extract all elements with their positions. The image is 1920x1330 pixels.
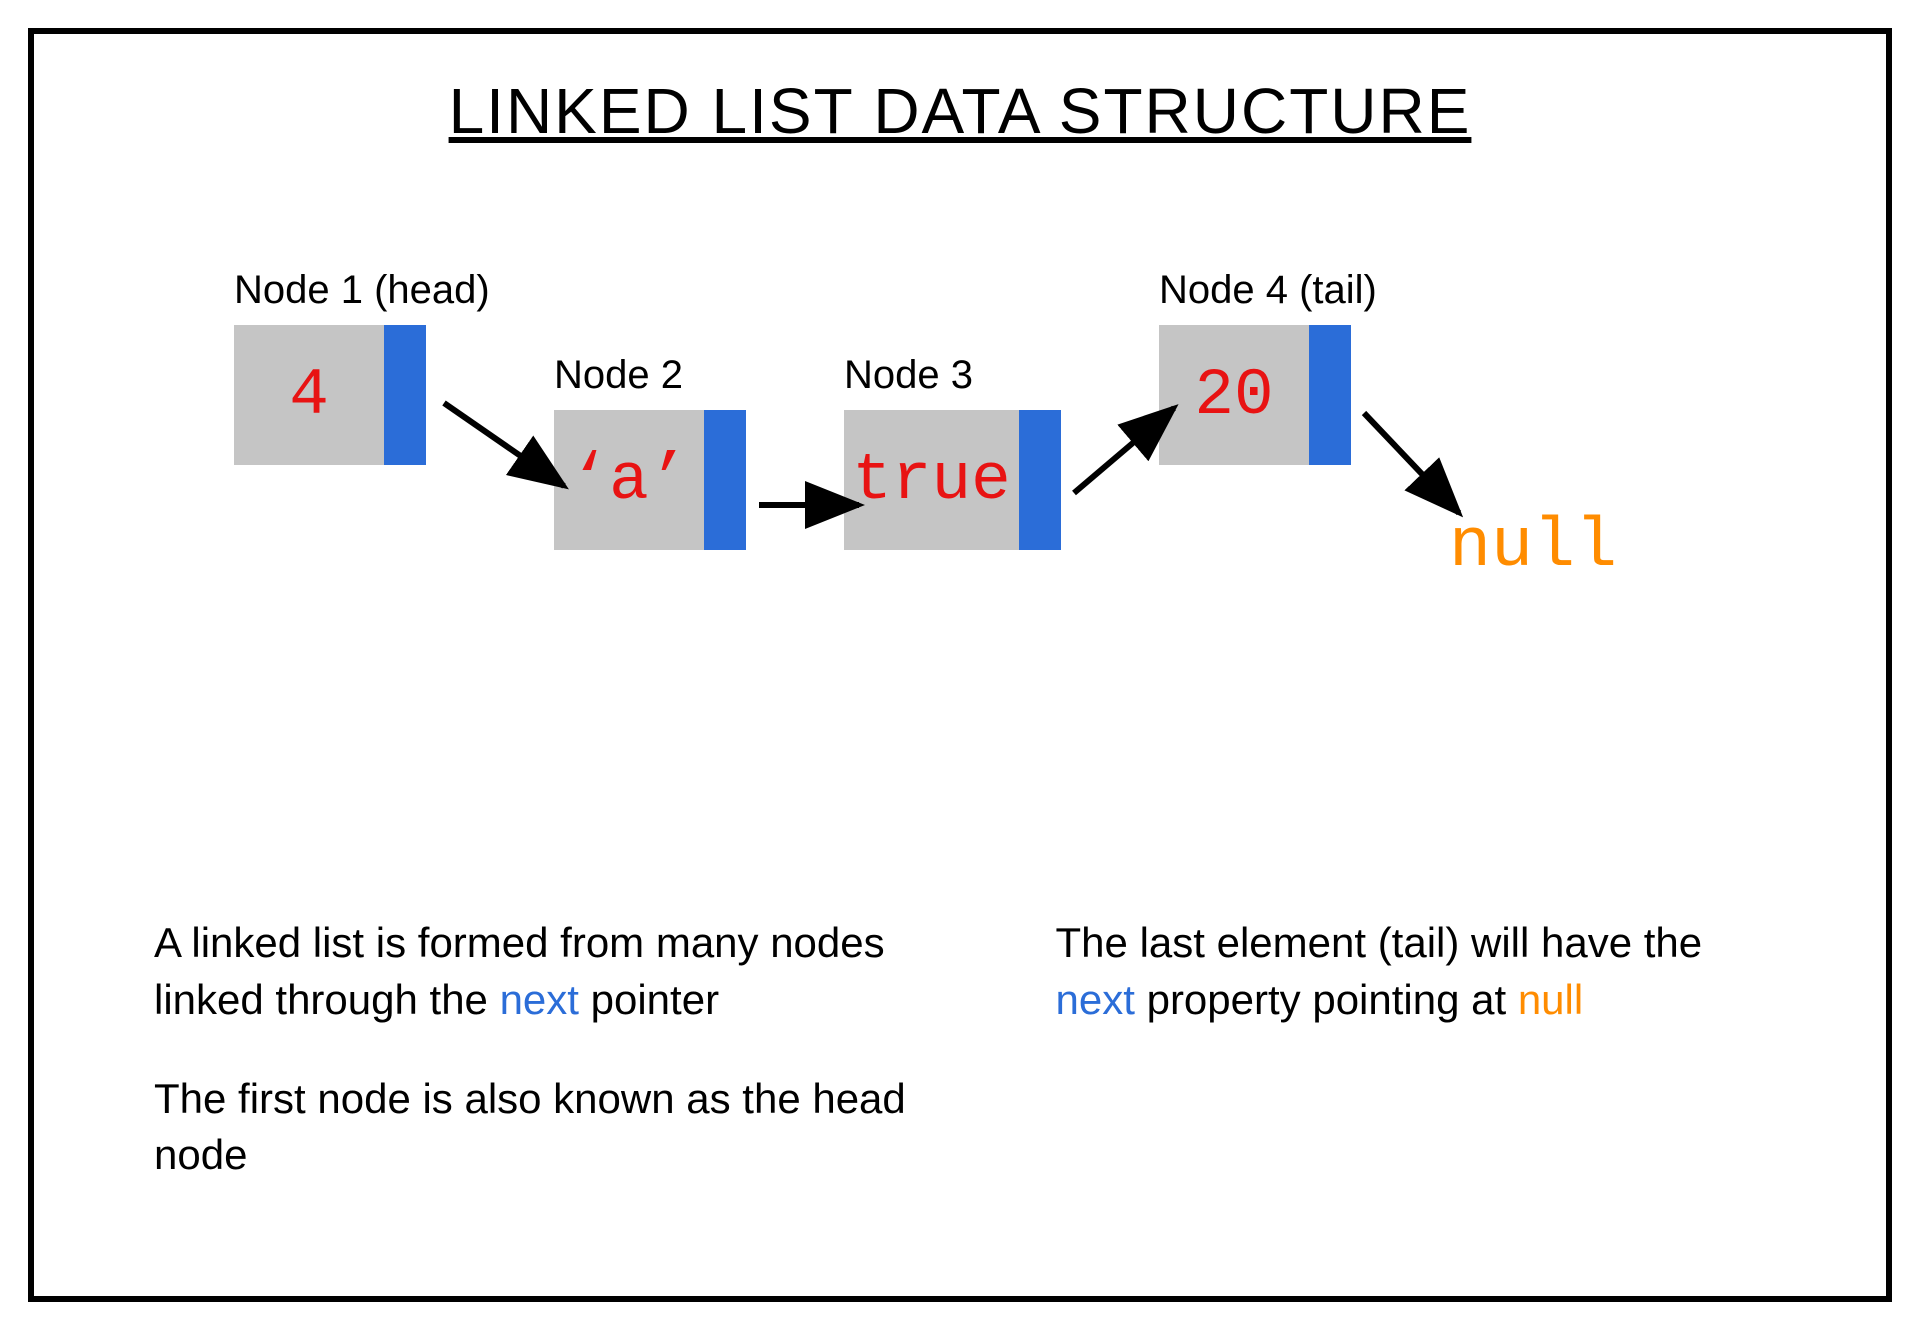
node-2-label: Node 2	[554, 353, 746, 398]
node-1-label: Node 1 (head)	[234, 268, 490, 313]
description-right: The last element (tail) will have the ne…	[1056, 915, 1766, 1226]
keyword-next: next	[1056, 976, 1135, 1023]
node-2-box: ‘a’	[554, 410, 746, 550]
node-4-pointer	[1309, 325, 1351, 465]
node-3-pointer	[1019, 410, 1061, 550]
node-2: Node 2 ‘a’	[554, 353, 746, 550]
page-title: LINKED LIST DATA STRUCTURE	[64, 74, 1856, 148]
node-2-data: ‘a’	[554, 410, 704, 550]
desc-text: The last element (tail) will have the	[1056, 919, 1703, 966]
node-3-label: Node 3	[844, 353, 1061, 398]
node-1: Node 1 (head) 4	[234, 268, 490, 465]
description-left: A linked list is formed from many nodes …	[154, 915, 936, 1226]
desc-left-p1: A linked list is formed from many nodes …	[154, 915, 936, 1028]
linked-list-diagram: Node 1 (head) 4 Node 2 ‘a’ Node 3 true N…	[64, 268, 1856, 718]
node-4: Node 4 (tail) 20	[1159, 268, 1377, 465]
desc-text: property pointing at	[1135, 976, 1518, 1023]
desc-text: pointer	[579, 976, 719, 1023]
node-4-box: 20	[1159, 325, 1377, 465]
node-1-box: 4	[234, 325, 490, 465]
keyword-null: null	[1518, 976, 1583, 1023]
node-3: Node 3 true	[844, 353, 1061, 550]
desc-left-p2: The first node is also known as the head…	[154, 1071, 936, 1184]
node-1-pointer	[384, 325, 426, 465]
null-terminator: null	[1449, 508, 1617, 587]
keyword-next: next	[500, 976, 579, 1023]
node-3-data: true	[844, 410, 1019, 550]
description-area: A linked list is formed from many nodes …	[154, 915, 1766, 1226]
node-1-data: 4	[234, 325, 384, 465]
arrow-4-null	[1364, 413, 1459, 513]
diagram-frame: LINKED LIST DATA STRUCTURE Node 1 (head)…	[28, 28, 1892, 1302]
desc-right-p1: The last element (tail) will have the ne…	[1056, 915, 1766, 1028]
node-4-data: 20	[1159, 325, 1309, 465]
node-3-box: true	[844, 410, 1061, 550]
node-2-pointer	[704, 410, 746, 550]
node-4-label: Node 4 (tail)	[1159, 268, 1377, 313]
